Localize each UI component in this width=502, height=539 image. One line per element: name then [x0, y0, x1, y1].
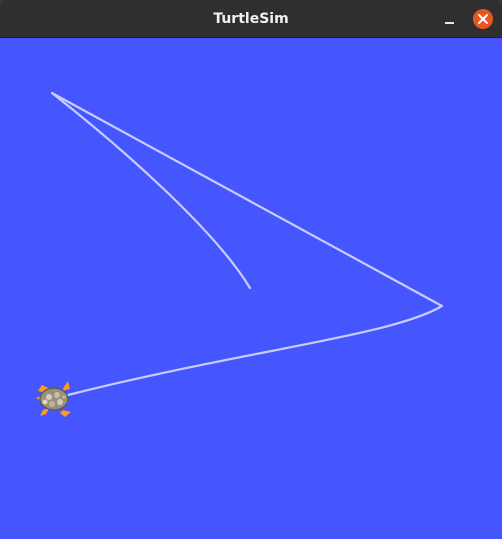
- minimize-button[interactable]: [440, 10, 460, 30]
- window-title: TurtleSim: [213, 11, 289, 27]
- close-button[interactable]: [473, 9, 493, 29]
- turtle-icon: [36, 381, 71, 417]
- turtle-trail: [50, 91, 444, 398]
- trail-layer: [36, 91, 444, 417]
- turtlesim-window: TurtleSim: [0, 0, 502, 539]
- title-bar[interactable]: TurtleSim: [0, 0, 502, 38]
- turtle-canvas: [0, 38, 502, 539]
- minimize-icon: [445, 22, 454, 24]
- close-icon: [478, 14, 488, 24]
